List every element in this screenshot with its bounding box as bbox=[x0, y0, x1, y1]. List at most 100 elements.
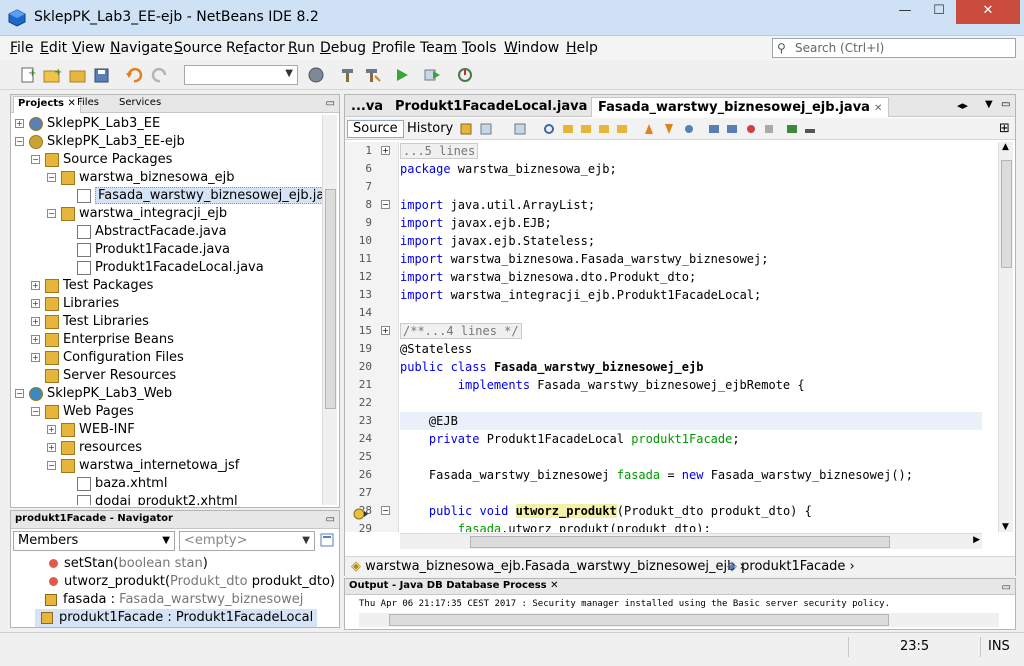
code-line[interactable]: import warstwa_integracji_ejb.Produkt1Fa… bbox=[400, 286, 982, 304]
expand-icon[interactable]: + bbox=[31, 353, 40, 362]
tree-item[interactable]: − SklepPK_Lab3_EE-ejb bbox=[15, 133, 185, 151]
tree-item[interactable]: AbstractFacade.java bbox=[63, 223, 227, 241]
filter-combo[interactable]: <empty> ▼ bbox=[179, 531, 315, 551]
navigator-member[interactable]: utworz_produkt(Produkt_dto produkt_dto) bbox=[15, 573, 335, 591]
expand-icon[interactable]: + bbox=[31, 335, 40, 344]
panel-minimize-icon[interactable]: ▭ bbox=[326, 98, 335, 109]
breadcrumb-field[interactable]: ◈ produkt1Facade › bbox=[727, 557, 855, 577]
editor-tab-overflow[interactable]: ...va bbox=[345, 97, 389, 117]
code-line[interactable]: @EJB bbox=[400, 412, 982, 430]
expand-icon[interactable]: + bbox=[31, 299, 40, 308]
tree-item[interactable]: + WEB-INF bbox=[47, 421, 135, 439]
editor-tab-produkt1facadelocal[interactable]: Produkt1FacadeLocal.java✕ bbox=[389, 97, 606, 117]
tab-scroll-left-icon[interactable]: ◂▸ bbox=[957, 99, 968, 112]
insert-mode[interactable]: INS bbox=[988, 639, 1010, 654]
menu-window[interactable]: Window bbox=[504, 40, 559, 56]
collapse-icon[interactable]: − bbox=[47, 209, 56, 218]
collapse-icon[interactable]: − bbox=[47, 461, 56, 470]
menu-refactor[interactable]: Refactor bbox=[226, 40, 285, 56]
collapse-icon[interactable]: − bbox=[15, 137, 24, 146]
code-line[interactable]: public class Fasada_warstwy_biznesowej_e… bbox=[400, 358, 982, 376]
tree-item[interactable]: baza.xhtml bbox=[63, 475, 167, 493]
profile-icon[interactable] bbox=[456, 66, 476, 84]
tree-item[interactable]: Produkt1FacadeLocal.java bbox=[63, 259, 264, 277]
panel-minimize-icon[interactable]: ▭ bbox=[1002, 582, 1011, 593]
collapse-icon[interactable]: − bbox=[31, 155, 40, 164]
code-line[interactable] bbox=[400, 484, 982, 502]
search-input[interactable]: ⚲ Search (Ctrl+I) bbox=[772, 38, 1016, 58]
run-icon[interactable] bbox=[392, 66, 412, 84]
tree-item[interactable]: + Enterprise Beans bbox=[31, 331, 174, 349]
code-line[interactable]: public void utworz_produkt(Produkt_dto p… bbox=[400, 502, 982, 520]
save-all-icon[interactable] bbox=[92, 66, 112, 84]
editor-maximize-icon[interactable]: ▭ bbox=[1001, 99, 1010, 110]
breadcrumb-class[interactable]: ◈ warstwa_biznesowa_ejb.Fasada_warstwy_b… bbox=[351, 557, 745, 577]
members-combo[interactable]: Members ▼ bbox=[13, 531, 175, 551]
tree-item[interactable]: − Source Packages bbox=[31, 151, 172, 169]
expand-fold-icon[interactable]: + bbox=[381, 326, 390, 335]
menu-view[interactable]: View bbox=[72, 40, 105, 56]
redo-icon[interactable] bbox=[150, 66, 170, 84]
panel-minimize-icon[interactable]: ▭ bbox=[326, 514, 335, 525]
scrollbar-thumb[interactable] bbox=[470, 536, 890, 548]
tree-item[interactable]: − Web Pages bbox=[31, 403, 134, 421]
code-line[interactable]: fasada.utworz_produkt(produkt_dto); bbox=[400, 520, 982, 532]
tree-item[interactable]: + resources bbox=[47, 439, 142, 457]
expand-icon[interactable]: + bbox=[15, 119, 24, 128]
collapse-icon[interactable]: − bbox=[47, 173, 56, 182]
clean-build-icon[interactable] bbox=[362, 66, 382, 84]
minimize-button[interactable]: — bbox=[888, 0, 922, 24]
code-line[interactable]: implements Fasada_warstwy_biznesowej_ejb… bbox=[400, 376, 982, 394]
navigator-member[interactable]: setStan(boolean stan) bbox=[15, 555, 208, 573]
navigator-member[interactable]: produkt1Facade : Produkt1FacadeLocal bbox=[35, 609, 318, 627]
menu-profile[interactable]: Profile bbox=[372, 40, 416, 56]
menu-team[interactable]: Team bbox=[420, 40, 457, 56]
expand-fold-icon[interactable]: + bbox=[381, 146, 390, 155]
collapse-icon[interactable]: − bbox=[15, 389, 24, 398]
debug-icon[interactable] bbox=[422, 66, 442, 84]
menu-file[interactable]: File bbox=[10, 40, 33, 56]
scrollbar-thumb[interactable] bbox=[1001, 160, 1012, 268]
code-line[interactable]: import warstwa_biznesowa.Fasada_warstwy_… bbox=[400, 250, 982, 268]
close-button[interactable]: ✕ bbox=[956, 0, 1020, 24]
undo-icon[interactable] bbox=[124, 66, 144, 84]
menu-debug[interactable]: Debug bbox=[320, 40, 366, 56]
scrollbar-thumb[interactable] bbox=[389, 614, 889, 626]
code-line[interactable]: import javax.ejb.Stateless; bbox=[400, 232, 982, 250]
maximize-button[interactable]: ☐ bbox=[922, 0, 956, 24]
tree-item[interactable]: + Configuration Files bbox=[31, 349, 184, 367]
tree-item[interactable]: − warstwa_integracji_ejb bbox=[47, 205, 227, 223]
close-tab-icon[interactable]: ✕ bbox=[874, 103, 882, 114]
code-line[interactable]: import java.util.ArrayList; bbox=[400, 196, 982, 214]
source-view-button[interactable]: Source bbox=[347, 120, 404, 138]
menu-help[interactable]: Help bbox=[566, 40, 598, 56]
new-file-icon[interactable]: + bbox=[18, 66, 38, 84]
menu-run[interactable]: Run bbox=[288, 40, 315, 56]
code-line[interactable] bbox=[400, 448, 982, 466]
code-line[interactable] bbox=[400, 304, 982, 322]
code-area[interactable]: ...5 lines package warstwa_biznesowa_ejb;… bbox=[400, 142, 982, 532]
tab-services[interactable]: Services bbox=[115, 96, 165, 113]
menu-tools[interactable]: Tools bbox=[462, 40, 497, 56]
collapse-icon[interactable]: − bbox=[31, 407, 40, 416]
editor-tab-fasada[interactable]: Fasada_warstwy_biznesowej_ejb.java ✕ bbox=[591, 97, 890, 117]
navigator-member[interactable]: fasada : Fasada_warstwy_biznesowej bbox=[15, 591, 303, 609]
tree-item[interactable]: − warstwa_internetowa_jsf bbox=[47, 457, 239, 475]
navigator-options-icon[interactable] bbox=[319, 532, 335, 548]
open-project-icon[interactable] bbox=[68, 66, 88, 84]
tree-item[interactable]: Fasada_warstwy_biznesowej_ejb.java bbox=[63, 187, 323, 205]
editor-vertical-scrollbar[interactable]: ▲ ▼ bbox=[998, 142, 1013, 532]
output-tab[interactable]: Output - Java DB Database Process ✕ bbox=[349, 580, 559, 591]
breakpoint-marker-icon[interactable] bbox=[353, 507, 369, 521]
projects-vertical-scrollbar[interactable] bbox=[322, 115, 337, 505]
tree-item[interactable]: Server Resources bbox=[31, 367, 176, 385]
menu-navigate[interactable]: Navigate bbox=[110, 40, 173, 56]
tree-item[interactable]: − warstwa_biznesowa_ejb bbox=[47, 169, 235, 187]
collapse-fold-icon[interactable]: − bbox=[381, 200, 390, 209]
tree-item[interactable]: + Test Libraries bbox=[31, 313, 149, 331]
scroll-right-icon[interactable]: ▶ bbox=[973, 535, 980, 545]
scroll-up-icon[interactable]: ▲ bbox=[1002, 142, 1009, 152]
expand-icon[interactable]: + bbox=[31, 281, 40, 290]
tree-item[interactable]: Produkt1Facade.java bbox=[63, 241, 230, 259]
new-project-icon[interactable]: + bbox=[42, 66, 62, 84]
